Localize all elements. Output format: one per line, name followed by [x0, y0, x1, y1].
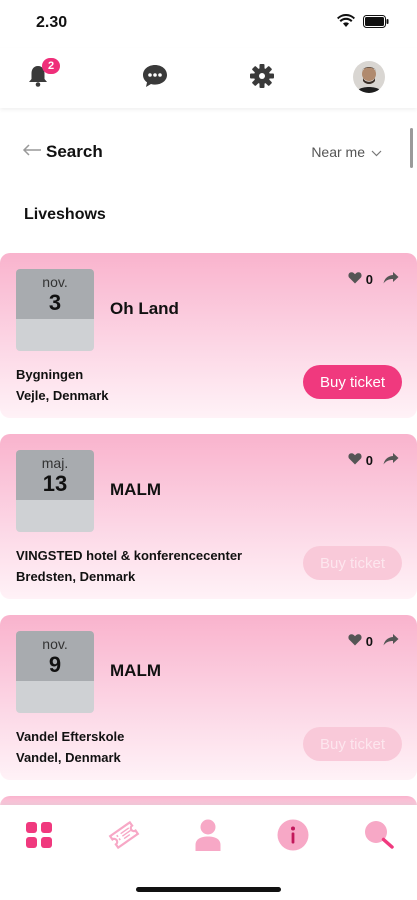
wifi-icon	[337, 14, 355, 28]
venue-info: VINGSTED hotel & konferencecenter Bredst…	[16, 545, 242, 587]
nav-profile[interactable]	[190, 819, 226, 855]
home-indicator	[136, 887, 281, 892]
artist-name: Oh Land	[110, 299, 179, 318]
share-icon[interactable]	[383, 452, 399, 468]
heart-icon[interactable]	[348, 271, 362, 287]
share-icon[interactable]	[383, 271, 399, 287]
venue-city: Vandel, Denmark	[16, 750, 121, 765]
date-day: 3	[48, 290, 62, 315]
date-box: nov. 9	[16, 631, 94, 713]
venue-city: Vejle, Denmark	[16, 388, 109, 403]
near-me-dropdown[interactable]: Near me	[311, 144, 382, 160]
date-box: nov. 3	[16, 269, 94, 351]
back-arrow-icon[interactable]	[22, 142, 42, 163]
avatar[interactable]	[353, 61, 385, 93]
artist-name: MALM	[110, 661, 161, 680]
chat-icon	[141, 63, 169, 94]
near-me-label: Near me	[311, 144, 365, 160]
venue-name: Vandel Efterskole	[16, 729, 125, 744]
like-count: 0	[365, 633, 373, 649]
notification-badge: 2	[42, 58, 60, 74]
date-box: maj. 13	[16, 450, 94, 532]
like-row: 0	[348, 271, 399, 287]
venue-info: Bygningen Vejle, Denmark	[16, 364, 109, 406]
date-month: nov.	[42, 274, 68, 290]
search-label[interactable]: Search	[46, 142, 103, 162]
status-bar: 2.30	[0, 0, 417, 48]
venue-name: Bygningen	[16, 367, 84, 382]
ticket-icon	[107, 820, 141, 855]
venue-city: Bredsten, Denmark	[16, 569, 136, 584]
battery-icon	[363, 14, 389, 28]
gear-icon	[248, 62, 276, 95]
settings-button[interactable]	[246, 62, 278, 94]
search-icon	[364, 820, 394, 855]
buy-ticket-button[interactable]: Buy ticket	[303, 546, 402, 580]
date-day: 9	[48, 652, 62, 677]
chevron-down-icon	[371, 144, 382, 160]
event-card[interactable]: nov. 3 Oh Land 0 Bygningen Vejle, Denmar…	[0, 253, 417, 418]
date-month: nov.	[42, 636, 68, 652]
grid-icon	[26, 821, 52, 853]
venue-name: VINGSTED hotel & konferencecenter	[16, 548, 243, 563]
buy-ticket-button[interactable]: Buy ticket	[303, 727, 402, 761]
messages-button[interactable]	[139, 62, 171, 94]
heart-icon[interactable]	[348, 633, 362, 649]
event-card[interactable]: maj. 13 MALM 0 VINGSTED hotel & konferen…	[0, 434, 417, 599]
nav-tickets[interactable]	[106, 819, 142, 855]
like-count: 0	[365, 452, 373, 468]
info-icon	[277, 819, 309, 856]
heart-icon[interactable]	[348, 452, 362, 468]
top-nav: 2	[0, 48, 417, 108]
share-icon[interactable]	[383, 633, 399, 649]
nav-home[interactable]	[21, 819, 57, 855]
date-day: 13	[42, 471, 68, 496]
search-row: Search Near me	[0, 130, 417, 174]
nav-info[interactable]	[275, 819, 311, 855]
section-title: Liveshows	[24, 206, 106, 223]
like-count: 0	[365, 271, 373, 287]
nav-search[interactable]	[361, 819, 397, 855]
status-time: 2.30	[36, 14, 68, 31]
status-icons	[337, 14, 389, 28]
event-card[interactable]: nov. 9 MALM 0 Vandel Efterskole Vandel, …	[0, 615, 417, 780]
bottom-nav	[0, 805, 417, 900]
notification-button[interactable]: 2	[22, 58, 60, 94]
artist-name: MALM	[110, 480, 161, 499]
venue-info: Vandel Efterskole Vandel, Denmark	[16, 726, 124, 768]
buy-ticket-button[interactable]: Buy ticket	[303, 365, 402, 399]
scrollbar-thumb[interactable]	[410, 128, 413, 168]
user-icon	[195, 819, 221, 856]
like-row: 0	[348, 452, 399, 468]
like-row: 0	[348, 633, 399, 649]
date-month: maj.	[41, 455, 69, 471]
